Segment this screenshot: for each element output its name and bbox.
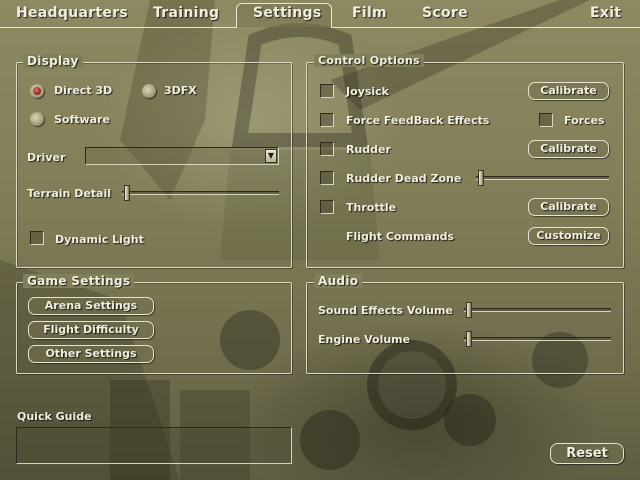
joysick-label: Joysick: [346, 85, 389, 98]
audio-title: Audio: [314, 274, 363, 288]
joysick-calibrate-button[interactable]: Calibrate: [528, 82, 609, 100]
arena-settings-button[interactable]: Arena Settings: [28, 297, 154, 315]
flight-difficulty-button[interactable]: Flight Difficulty: [28, 321, 154, 339]
forces-checkbox[interactable]: [539, 113, 553, 127]
flight-commands-label: Flight Commands: [346, 230, 455, 243]
control-options-title: Control Options: [314, 54, 424, 67]
rudder-label: Rudder: [346, 143, 391, 156]
rudder-calibrate-button[interactable]: Calibrate: [528, 140, 609, 158]
direct3d-label: Direct 3D: [54, 84, 113, 97]
3dfx-radio[interactable]: [142, 84, 156, 98]
audio-group: [306, 282, 624, 374]
engine-volume-thumb[interactable]: [466, 331, 472, 347]
throttle-calibrate-button[interactable]: Calibrate: [528, 198, 609, 216]
reset-button[interactable]: Reset: [550, 443, 624, 464]
menu-score[interactable]: Score: [422, 5, 468, 21]
forces-label: Forces: [564, 114, 605, 127]
throttle-checkbox[interactable]: [320, 200, 334, 214]
driver-label: Driver: [27, 151, 66, 164]
terrain-detail-label: Terrain Detail: [27, 187, 112, 200]
rudder-dead-zone-label: Rudder Dead Zone: [346, 172, 462, 185]
other-settings-button[interactable]: Other Settings: [28, 345, 154, 363]
driver-dropdown[interactable]: ▼: [85, 147, 279, 165]
dynamic-light-label: Dynamic Light: [55, 233, 144, 246]
engine-volume-label: Engine Volume: [318, 333, 411, 346]
menu-settings[interactable]: Settings: [253, 5, 321, 21]
sound-effects-label: Sound Effects Volume: [318, 304, 453, 317]
chevron-down-icon[interactable]: ▼: [265, 149, 277, 163]
direct3d-radio[interactable]: [30, 84, 44, 98]
terrain-detail-thumb[interactable]: [124, 185, 130, 201]
terrain-detail-slider[interactable]: [122, 191, 279, 195]
dynamic-light-checkbox[interactable]: [30, 231, 44, 245]
menu-divider-right: [331, 27, 640, 28]
menu-exit[interactable]: Exit: [590, 5, 621, 21]
force-feedback-checkbox[interactable]: [320, 113, 334, 127]
3dfx-label: 3DFX: [164, 84, 197, 97]
rudder-dead-zone-thumb[interactable]: [478, 170, 484, 186]
menu-film[interactable]: Film: [352, 5, 387, 21]
menu-headquarters[interactable]: Headquarters: [16, 5, 128, 21]
quick-guide-box: [16, 427, 292, 464]
menu-divider-left: [0, 27, 237, 28]
quick-guide-label: Quick Guide: [17, 410, 92, 423]
menu-training[interactable]: Training: [153, 5, 219, 21]
force-feedback-label: Force FeedBack Effects: [346, 114, 490, 127]
rudder-checkbox[interactable]: [320, 142, 334, 156]
software-label: Software: [54, 113, 110, 126]
rudder-dead-zone-checkbox[interactable]: [320, 171, 334, 185]
customize-button[interactable]: Customize: [528, 227, 609, 245]
rudder-dead-zone-slider[interactable]: [476, 176, 609, 180]
display-title: Display: [23, 54, 83, 68]
software-radio[interactable]: [30, 112, 44, 126]
sound-effects-slider[interactable]: [464, 308, 611, 312]
engine-volume-slider[interactable]: [464, 337, 611, 341]
sound-effects-thumb[interactable]: [466, 302, 472, 318]
game-settings-title: Game Settings: [23, 274, 135, 288]
throttle-label: Throttle: [346, 201, 397, 214]
joysick-checkbox[interactable]: [320, 84, 334, 98]
